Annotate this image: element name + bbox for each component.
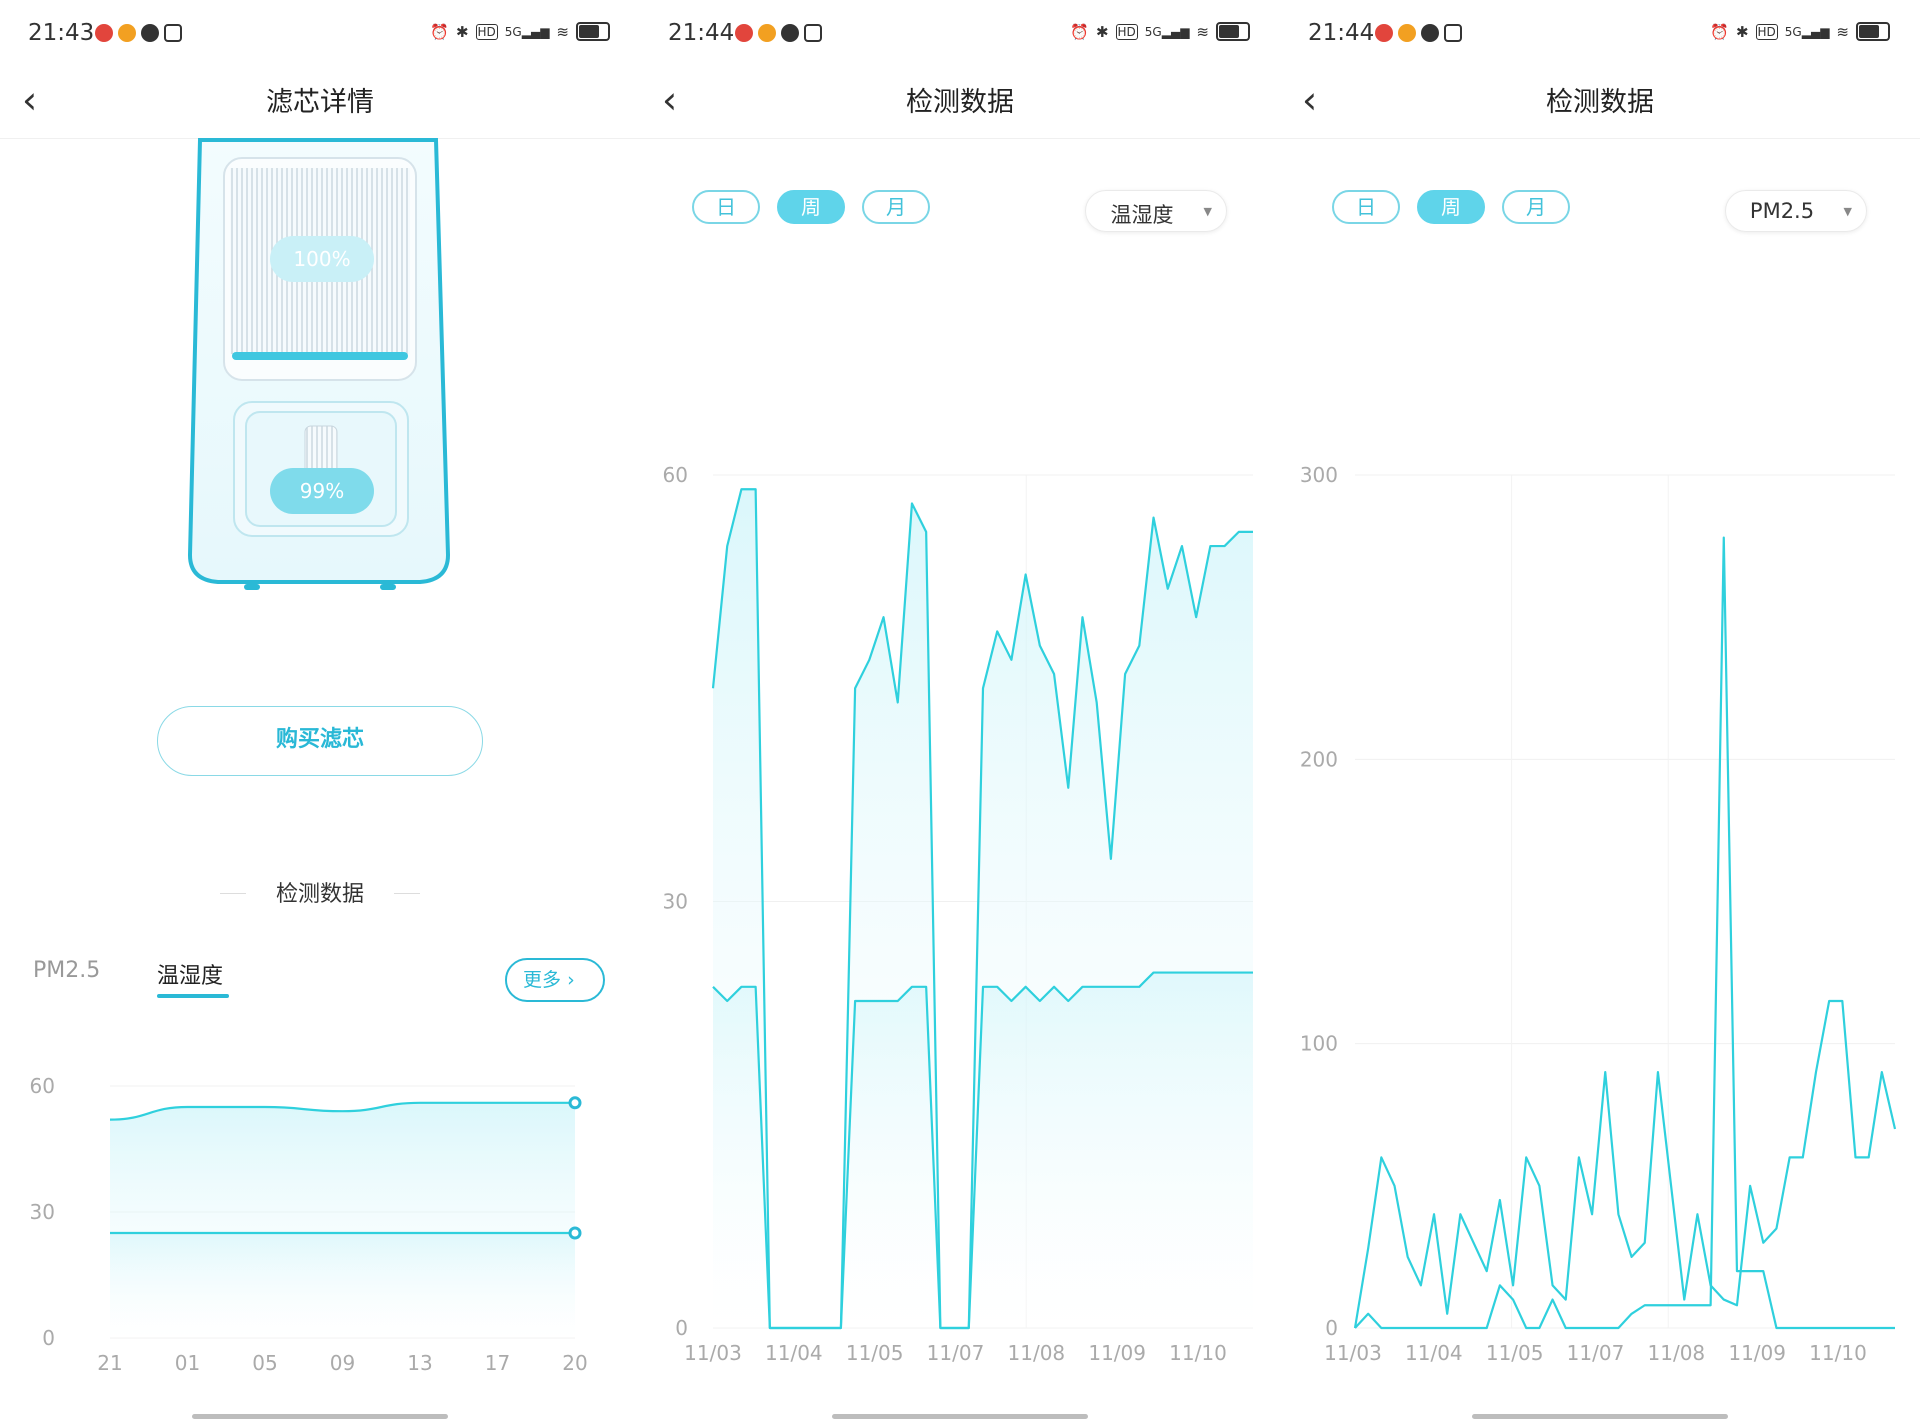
series-line xyxy=(1354,536,1895,1330)
x-tick-label: 11/04 xyxy=(1405,1341,1463,1365)
y-tick-label: 0 xyxy=(42,1326,55,1350)
y-tick-label: 300 xyxy=(1300,463,1338,487)
x-tick-label: 20 xyxy=(562,1351,587,1375)
x-tick-label: 13 xyxy=(407,1351,432,1375)
x-tick-label: 11/09 xyxy=(1728,1341,1786,1365)
x-tick-label: 11/03 xyxy=(684,1341,742,1365)
y-tick-label: 30 xyxy=(663,890,688,914)
x-tick-label: 01 xyxy=(175,1351,200,1375)
series-end-dot xyxy=(568,1226,582,1240)
series-area xyxy=(713,972,1253,1328)
x-tick-label: 11/07 xyxy=(1567,1341,1625,1365)
screen-detection-temp: 21:44 ⏰ ✱ HD 5G▂▄▆ ≋ ‹ 检测数据 日 周 月 温湿度 ▼ … xyxy=(640,0,1280,1422)
x-tick-label: 11/05 xyxy=(1486,1341,1544,1365)
y-tick-label: 200 xyxy=(1300,747,1338,771)
series-area xyxy=(110,1233,575,1338)
series-end-dot xyxy=(568,1096,582,1110)
x-tick-label: 11/03 xyxy=(1324,1341,1382,1365)
x-tick-label: 11/10 xyxy=(1169,1341,1227,1365)
detection-chart: 0 30 60 11/03 11/04 11/05 11/07 11/08 11/09 11/10 xyxy=(663,463,1253,1365)
home-indicator xyxy=(192,1414,448,1419)
home-indicator xyxy=(832,1414,1088,1419)
x-tick-label: 11/09 xyxy=(1088,1341,1146,1365)
y-tick-label: 0 xyxy=(1325,1316,1338,1340)
home-indicator xyxy=(1472,1414,1728,1419)
detection-chart: 0 100 200 300 11/03 11/04 11/05 11/07 11/08 11/09… xyxy=(1300,463,1897,1365)
x-tick-label: 09 xyxy=(330,1351,355,1375)
x-tick-label: 11/10 xyxy=(1809,1341,1867,1365)
screen-detection-pm25: 21:44 ⏰ ✱ HD 5G▂▄▆ ≋ ‹ 检测数据 日 周 月 PM2.5 … xyxy=(1280,0,1920,1422)
x-tick-label: 21 xyxy=(97,1351,122,1375)
y-tick-label: 60 xyxy=(663,463,688,487)
mini-chart: 0 30 60 21 01 05 09 13 17 20 xyxy=(30,1074,588,1375)
y-tick-label: 100 xyxy=(1300,1032,1338,1056)
x-tick-label: 17 xyxy=(485,1351,510,1375)
y-tick-label: 0 xyxy=(675,1316,688,1340)
y-tick-label: 30 xyxy=(30,1200,55,1224)
x-tick-label: 11/08 xyxy=(1648,1341,1706,1365)
screen-filter-details: 21:43 ⏰ ✱ HD 5G▂▄▆ ≋ ‹ 滤芯详情 100% 99% 购买滤… xyxy=(0,0,640,1422)
x-tick-label: 05 xyxy=(252,1351,277,1375)
series-line xyxy=(1353,999,1897,1329)
x-tick-label: 11/05 xyxy=(846,1341,904,1365)
x-tick-label: 11/07 xyxy=(927,1341,985,1365)
x-tick-label: 11/08 xyxy=(1008,1341,1066,1365)
x-tick-label: 11/04 xyxy=(765,1341,823,1365)
y-tick-label: 60 xyxy=(30,1074,55,1098)
